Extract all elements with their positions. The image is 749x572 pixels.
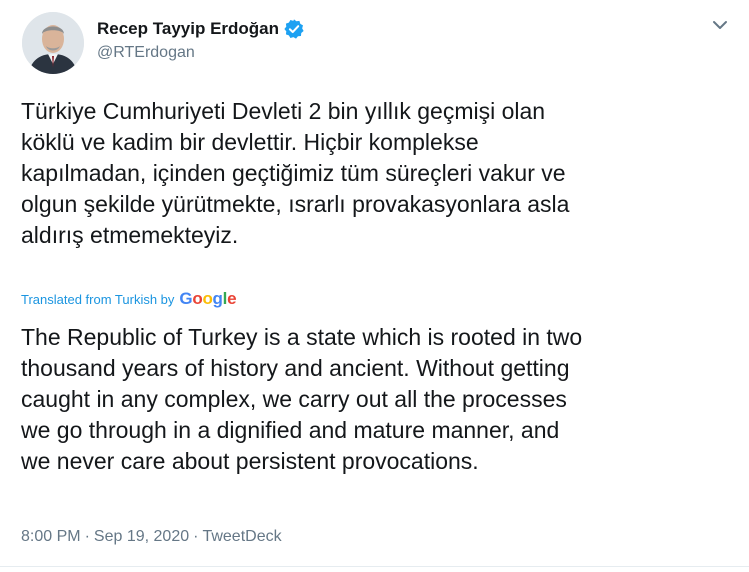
meta-separator: · [193, 528, 199, 545]
translation-text-line: we never care about persistent provocati… [21, 448, 479, 474]
tweet-card: Recep Tayyip Erdoğan @RTErdogan Türkiye … [0, 0, 749, 572]
avatar[interactable] [22, 12, 84, 74]
translation-text-line: thousand years of history and ancient. W… [21, 355, 570, 381]
verified-badge-icon [283, 18, 305, 40]
tweet-time[interactable]: 8:00 PM [21, 528, 81, 545]
author-handle[interactable]: @RTErdogan [97, 44, 195, 62]
tweet-source[interactable]: TweetDeck [202, 528, 281, 545]
translation-attribution[interactable]: Translated from Turkish by Google [21, 289, 237, 309]
translation-text-line: The Republic of Turkey is a state which … [21, 324, 583, 350]
divider [0, 566, 749, 567]
tweet-text-line: Türkiye Cumhuriyeti Devleti 2 bin yıllık… [21, 98, 546, 124]
tweet-meta: 8:00 PM · Sep 19, 2020 · TweetDeck [21, 528, 282, 546]
author-name-row[interactable]: Recep Tayyip Erdoğan [97, 17, 305, 41]
tweet-text-line: kapılmadan, içinden geçtiğimiz tüm süreç… [21, 160, 566, 186]
tweet-text-line: köklü ve kadim bir devlettir. Hiçbir kom… [21, 129, 479, 155]
profile-photo-icon [22, 12, 84, 74]
translation-text-line: we go through in a dignified and mature … [21, 417, 560, 443]
chevron-down-icon[interactable] [711, 18, 729, 32]
author-display-name[interactable]: Recep Tayyip Erdoğan [97, 19, 279, 39]
translated-from-label: Translated from Turkish by [21, 291, 175, 307]
tweet-translation-text: The Republic of Turkey is a state which … [21, 322, 736, 477]
tweet-original-text: Türkiye Cumhuriyeti Devleti 2 bin yıllık… [21, 96, 736, 251]
tweet-text-line: olgun şekilde yürütmekte, ısrarlı provak… [21, 191, 570, 217]
google-logo-icon: Google [179, 289, 237, 308]
translation-text-line: caught in any complex, we carry out all … [21, 386, 567, 412]
meta-separator: · [84, 528, 90, 545]
tweet-date[interactable]: Sep 19, 2020 [94, 528, 189, 545]
tweet-text-line: aldırış etmemekteyiz. [21, 222, 239, 248]
